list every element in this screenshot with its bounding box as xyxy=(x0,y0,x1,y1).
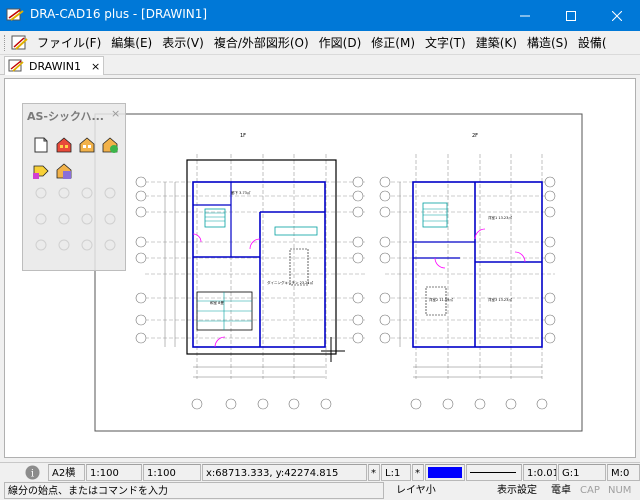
tab-drawin1[interactable]: DRAWIN1 × xyxy=(4,56,104,75)
palette-title: AS-シックハ... xyxy=(27,110,104,123)
palette-close-button[interactable]: × xyxy=(111,107,120,120)
building-export-icon[interactable] xyxy=(100,135,120,155)
new-sheet-icon[interactable] xyxy=(31,135,51,155)
scale-1[interactable]: 1:100 xyxy=(86,464,142,481)
room-label-washitsu: 和室 8畳 xyxy=(210,300,224,305)
room-label-hall: 廊下 3.73㎡ xyxy=(231,190,251,195)
floor1-title: 1F xyxy=(240,133,246,139)
menu-item-1[interactable]: 編集(E) xyxy=(108,31,159,55)
minimize-button[interactable] xyxy=(502,0,548,31)
menu-item-5[interactable]: 修正(M) xyxy=(368,31,422,55)
menu-item-3[interactable]: 複合/外部図形(O) xyxy=(211,31,316,55)
menu-item-0[interactable]: ファイル(F) xyxy=(34,31,108,55)
ratio-indicator[interactable]: 1:0.01 xyxy=(523,464,557,481)
color-swatch-fill xyxy=(428,467,462,478)
app-icon[interactable] xyxy=(6,7,24,23)
room-label-yoshitsu3: 洋室3 13.23㎡ xyxy=(488,297,512,302)
calculator-button[interactable]: 電卓 xyxy=(551,482,579,499)
close-icon xyxy=(612,10,622,21)
svg-text:i: i xyxy=(30,469,33,480)
palette-disabled-buttons xyxy=(31,187,121,267)
close-button[interactable] xyxy=(594,0,640,31)
status-bar-bottom: 線分の始点、またはコマンドを入力 レイヤ小 表示設定 電卓 CAP NUM xyxy=(0,481,640,500)
mode-indicator[interactable]: M:0 xyxy=(607,464,640,481)
caps-lock-indicator: CAP xyxy=(580,485,600,496)
layer-marker: * xyxy=(368,464,380,481)
tab-close-button[interactable]: × xyxy=(91,60,100,73)
room-label-dk: ダイニングキッチン 23.21㎡ xyxy=(267,280,314,285)
room-label-yoshitsu2: 洋室2 11.59㎡ xyxy=(429,297,453,302)
menu-items: ファイル(F) 編集(E) 表示(V) 複合/外部図形(O) 作図(D) 修正(M) 文字(… xyxy=(34,31,614,55)
floor2-plan: 洋室1 13.23㎡ 洋室2 11.59㎡ 洋室3 13.23㎡ xyxy=(412,181,543,348)
move-tag-icon[interactable] xyxy=(31,161,51,181)
group-indicator[interactable]: G:1 xyxy=(558,464,606,481)
display-settings-button[interactable]: 表示設定 xyxy=(497,482,549,499)
menu-bar: ファイル(F) 編集(E) 表示(V) 複合/外部図形(O) 作図(D) 修正(M) 文字(… xyxy=(0,31,640,55)
menu-item-9[interactable]: 設備( xyxy=(575,31,614,55)
building-add-icon[interactable] xyxy=(77,135,97,155)
room-label-yoshitsu1: 洋室1 13.23㎡ xyxy=(488,215,512,220)
tab-bar: DRAWIN1 × xyxy=(0,55,640,75)
maximize-button[interactable] xyxy=(548,0,594,31)
building-grid-icon[interactable] xyxy=(54,161,74,181)
window-title: DRA-CAD16 plus - [DRAWIN1] xyxy=(30,7,208,21)
line-type[interactable] xyxy=(466,464,522,481)
tool-palette[interactable]: AS-シックハ... × xyxy=(22,103,126,271)
tab-label: DRAWIN1 xyxy=(29,59,81,73)
menu-grip[interactable] xyxy=(4,35,7,51)
scale-2[interactable]: 1:100 xyxy=(143,464,201,481)
menu-item-6[interactable]: 文字(T) xyxy=(422,31,473,55)
maximize-icon xyxy=(566,10,576,21)
grid-lines-1f xyxy=(145,154,365,379)
menu-item-2[interactable]: 表示(V) xyxy=(159,31,211,55)
floor2-title: 2F xyxy=(472,133,478,139)
title-bar: DRA-CAD16 plus - [DRAWIN1] xyxy=(0,0,640,31)
info-icon: i xyxy=(25,465,39,480)
menu-item-4[interactable]: 作図(D) xyxy=(316,31,369,55)
document-icon xyxy=(8,59,24,72)
paper-size[interactable]: A2横 xyxy=(48,464,85,481)
color-marker: * xyxy=(412,464,424,481)
menu-item-8[interactable]: 構造(S) xyxy=(524,31,575,55)
grid-lines-2f xyxy=(385,154,555,379)
info-button[interactable]: i xyxy=(18,464,46,481)
layer-indicator[interactable]: L:1 xyxy=(381,464,411,481)
num-lock-indicator: NUM xyxy=(608,485,632,496)
disabled-icons xyxy=(35,187,116,251)
layer-small-button[interactable]: レイヤ小 xyxy=(396,482,446,499)
floor1-plan: 廊下 3.73㎡ ダイニングキッチン 23.21㎡ 和室 8畳 xyxy=(186,159,337,355)
status-bar-top: i A2横 1:100 1:100 x:68713.333, y:42274.8… xyxy=(0,462,640,481)
document-icon[interactable] xyxy=(10,34,28,52)
menu-item-7[interactable]: 建築(K) xyxy=(473,31,524,55)
command-prompt: 線分の始点、またはコマンドを入力 xyxy=(4,482,384,499)
color-swatch[interactable] xyxy=(425,464,465,481)
minimize-icon xyxy=(520,15,530,16)
building-red-icon[interactable] xyxy=(54,135,74,155)
coordinate-readout: x:68713.333, y:42274.815 xyxy=(202,464,367,481)
line-type-sample xyxy=(470,472,516,473)
